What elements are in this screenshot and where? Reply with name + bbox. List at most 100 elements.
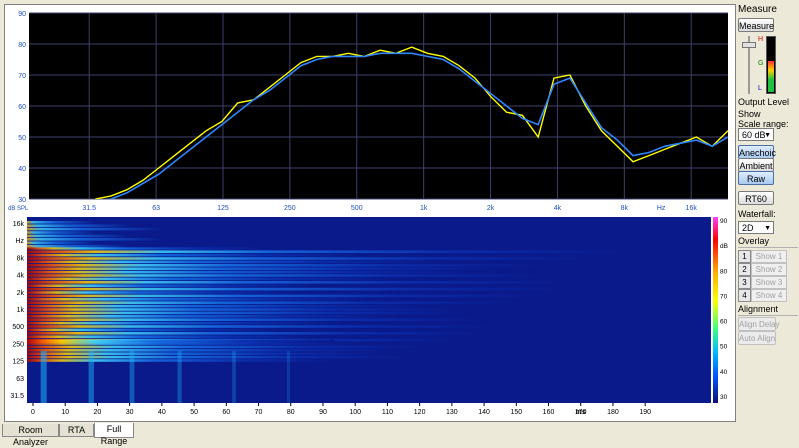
overlay-4-button[interactable]: 4 — [738, 289, 751, 302]
anechoic-button[interactable]: Anechoic — [738, 145, 776, 159]
alignment-divider — [738, 315, 798, 316]
plot-panel: 90 80 70 60 50 40 30 31.5 63 125 250 500 1k 2k 4k 8k 16k… — [4, 4, 736, 422]
waterfall-x-tick-label: 100 — [349, 409, 361, 416]
waterfall-band — [27, 294, 547, 298]
show-2-button[interactable]: Show 2 — [751, 263, 787, 276]
overlay-label: Overlay — [738, 236, 770, 246]
show-4-button[interactable]: Show 4 — [751, 289, 787, 302]
measure-button[interactable]: Measure — [738, 18, 774, 32]
waterfall-band — [27, 304, 425, 308]
waterfall-band — [27, 315, 400, 318]
low-frequency-mode — [88, 350, 94, 403]
level-meter-fill — [768, 61, 774, 92]
waterfall-band — [27, 328, 276, 332]
ambient-button[interactable]: Ambient — [738, 158, 774, 172]
overlay-2-button[interactable]: 2 — [738, 263, 751, 276]
low-frequency-mode — [286, 350, 290, 403]
waterfall-x-tick-label: 70 — [255, 409, 263, 416]
waterfall-band — [27, 260, 440, 264]
waterfall-band — [27, 301, 509, 304]
waterfall-chart: 16k Hz 8k 4k 2k 1k 500 250 125 63 31.5 0 10 20 30 40 50 6… — [5, 210, 735, 421]
chevron-down-icon: ▼ — [764, 132, 771, 139]
tab-bar: Room Analyzer RTA Full Range — [0, 423, 799, 447]
waterfall-band — [27, 264, 542, 267]
meter-l-label: L — [758, 85, 762, 92]
waterfall-x-tick-label: 30 — [126, 409, 134, 416]
raw-button[interactable]: Raw — [738, 171, 774, 185]
waterfall-band — [27, 238, 301, 241]
waterfall-scale-tick-label: 30 — [720, 394, 728, 401]
waterfall-band — [27, 287, 568, 291]
meter-g-label: G — [758, 60, 764, 67]
overlay-3-button[interactable]: 3 — [738, 276, 751, 289]
waterfall-x-tick-label: 90 — [319, 409, 327, 416]
waterfall-band — [27, 253, 360, 257]
waterfall-band — [27, 284, 313, 287]
waterfall-band — [27, 281, 568, 284]
tab-rta[interactable]: RTA — [59, 424, 94, 437]
waterfall-y-tick-label: 8k — [17, 255, 25, 262]
waterfall-band — [27, 332, 485, 335]
waterfall-band — [27, 308, 459, 311]
overlay-row-4: 4 Show 4 — [738, 289, 787, 302]
overlay-1-button[interactable]: 1 — [738, 250, 751, 263]
waterfall-band — [27, 224, 233, 227]
waterfall-scale-tick-label: 70 — [720, 293, 728, 300]
waterfall-label: Waterfall: — [738, 209, 776, 219]
waterfall-band — [27, 257, 598, 260]
waterfall-x-tick-label: 40 — [158, 409, 166, 416]
show-label: Show — [738, 109, 761, 119]
waterfall-band — [27, 335, 313, 338]
show-1-button[interactable]: Show 1 — [751, 250, 787, 263]
waterfall-x-tick-label: 190 — [639, 409, 651, 416]
waterfall-x-tick-label: 130 — [446, 409, 458, 416]
waterfall-band — [27, 270, 472, 274]
waterfall-y-tick-label: 16k — [13, 221, 25, 228]
waterfall-x-unit-label: ms — [576, 409, 586, 416]
waterfall-x-tick-label: 0 — [31, 409, 35, 416]
waterfall-band — [27, 244, 233, 248]
waterfall-y-tick-label: 125 — [12, 359, 24, 366]
waterfall-x-tick-label: 10 — [61, 409, 69, 416]
waterfall-band — [27, 321, 337, 325]
waterfall-x-tick-label: 50 — [190, 409, 198, 416]
waterfall-x-tick-label: 60 — [222, 409, 230, 416]
overlay-row-2: 2 Show 2 — [738, 263, 787, 276]
waterfall-scale-tick-label: 50 — [720, 344, 728, 351]
waterfall-scale-tick-label: 60 — [720, 319, 728, 326]
waterfall-band — [27, 349, 393, 352]
slider-thumb[interactable] — [742, 42, 756, 48]
rt60-button[interactable]: RT60 — [738, 191, 774, 205]
show-3-button[interactable]: Show 3 — [751, 276, 787, 289]
meter-h-label: H — [758, 36, 764, 43]
waterfall-y-tick-label: 1k — [17, 307, 25, 314]
tab-room-analyzer[interactable]: Room Analyzer — [2, 424, 59, 447]
waterfall-mode-select[interactable]: 2D ▼ — [738, 221, 774, 234]
low-frequency-mode — [232, 350, 236, 403]
waterfall-y-tick-label: 4k — [17, 273, 25, 280]
scale-range-value: 60 dB — [742, 130, 766, 140]
waterfall-band — [27, 274, 547, 277]
alignment-label: Alignment — [738, 304, 779, 314]
align-delay-button[interactable]: Align Delay — [738, 317, 779, 331]
tab-full-range[interactable]: Full Range — [94, 423, 134, 446]
output-level-slider[interactable] — [742, 36, 756, 94]
waterfall-band — [27, 298, 368, 301]
waterfall-mode-value: 2D — [742, 223, 754, 233]
waterfall-x-tick-label: 80 — [287, 409, 295, 416]
waterfall-y-tick-label: 250 — [12, 341, 24, 348]
waterfall-y-tick-label: 31.5 — [10, 393, 24, 400]
waterfall-band — [27, 267, 504, 270]
waterfall-x-tick-label: 180 — [607, 409, 619, 416]
waterfall-band — [27, 311, 466, 315]
auto-align-button[interactable]: Auto Align — [738, 331, 776, 345]
scale-range-select[interactable]: 60 dB ▼ — [738, 128, 774, 141]
waterfall-band — [27, 345, 427, 349]
overlay-row-1: 1 Show 1 — [738, 250, 787, 263]
waterfall-x-tick-label: 150 — [510, 409, 522, 416]
waterfall-x-tick-label: 120 — [414, 409, 426, 416]
low-frequency-mode — [40, 350, 47, 403]
waterfall-band — [27, 359, 340, 362]
output-level-label: Output Level — [738, 97, 790, 107]
waterfall-scale-tick-label: 80 — [720, 268, 728, 275]
